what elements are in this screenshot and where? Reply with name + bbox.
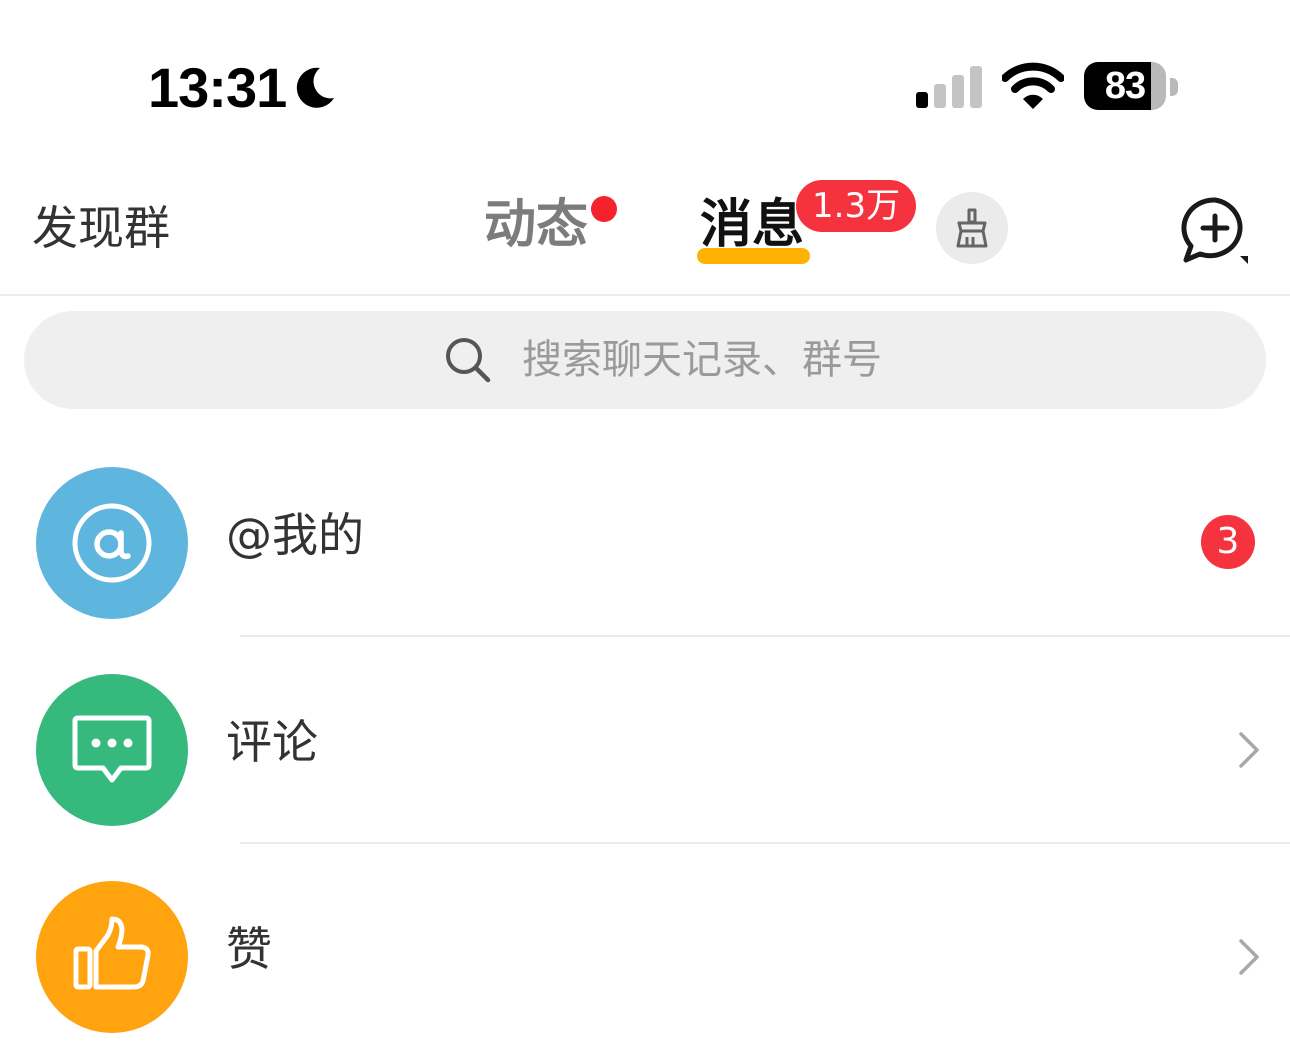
discover-groups-link[interactable]: 发现群 (32, 200, 170, 256)
comment-icon (72, 715, 152, 783)
comments-avatar (36, 674, 188, 826)
tab-feed[interactable]: 动态 (484, 194, 588, 256)
list-item-label: 赞 (226, 922, 272, 976)
messages-unread-badge: 1.3万 (796, 180, 917, 232)
battery-indicator: 83 (1084, 62, 1166, 110)
list-item-label: @我的 (226, 508, 364, 562)
cellular-signal-icon (916, 66, 982, 108)
thumbs-up-icon (73, 916, 151, 990)
list-item-comments[interactable]: 评论 (0, 638, 1290, 844)
list-item-label: 评论 (226, 715, 318, 769)
chevron-right-icon (1239, 732, 1259, 768)
broom-icon (956, 208, 988, 248)
battery-percentage: 83 (1104, 65, 1146, 107)
search-input[interactable] (522, 311, 1222, 409)
likes-avatar (36, 881, 188, 1033)
at-icon (72, 503, 152, 583)
battery-tip (1170, 78, 1178, 96)
status-time: 13:31 (148, 56, 287, 119)
list-item-mentions[interactable]: @我的 3 (0, 431, 1290, 637)
top-nav-bar: 发现群 动态 消息 1.3万 (0, 150, 1290, 296)
wifi-icon (1002, 62, 1064, 109)
divider (240, 635, 1290, 637)
new-chat-plus-icon[interactable] (1178, 194, 1252, 268)
tab-feed-unread-dot (591, 196, 617, 222)
divider (240, 842, 1290, 844)
tab-messages[interactable]: 消息 (700, 194, 804, 256)
status-bar: 13:31 83 (0, 0, 1290, 150)
search-icon (446, 338, 491, 383)
chevron-right-icon (1239, 939, 1259, 975)
mentions-avatar (36, 467, 188, 619)
clear-unread-button[interactable] (936, 192, 1008, 264)
list-item-likes[interactable]: 赞 (0, 845, 1290, 1051)
moon-icon (296, 67, 334, 108)
mentions-count-badge: 3 (1201, 515, 1255, 569)
search-bar[interactable] (24, 311, 1266, 409)
